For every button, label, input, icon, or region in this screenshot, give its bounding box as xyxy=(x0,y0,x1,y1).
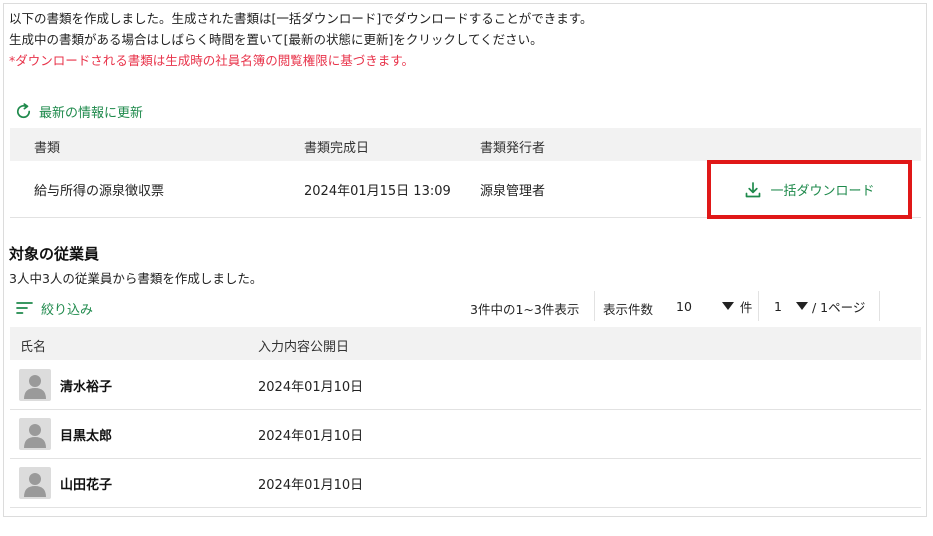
refresh-button[interactable]: 最新の情報に更新 xyxy=(14,100,143,122)
column-name: 氏名 xyxy=(20,340,47,355)
column-document: 書類 xyxy=(34,141,61,156)
employees-section-subtitle: 3人中3人の従業員から書類を作成しました。 xyxy=(9,271,263,286)
filter-icon xyxy=(16,302,33,314)
pagination-count: 3件中の1~3件表示 xyxy=(470,302,580,317)
refresh-icon xyxy=(16,102,31,118)
column-completed-date: 書類完成日 xyxy=(304,141,370,156)
per-page-select[interactable]: 10 件 xyxy=(676,294,752,318)
employee-name: 山田花子 xyxy=(60,478,113,493)
per-page-value: 10 xyxy=(676,298,692,314)
page-value: 1 xyxy=(774,298,782,314)
per-page-unit: 件 xyxy=(739,299,753,315)
caret-down-icon xyxy=(795,302,808,310)
page-total: / 1ページ xyxy=(811,299,866,315)
per-page-label: 表示件数 xyxy=(603,302,654,317)
bulk-download-button[interactable]: 一括ダウンロード xyxy=(707,160,912,219)
document-name: 給与所得の源泉徴収票 xyxy=(34,184,165,199)
filter-button[interactable]: 絞り込み xyxy=(16,297,93,319)
employee-row[interactable]: 清水裕子 2024年01月10日 xyxy=(10,360,921,410)
employee-publish-date: 2024年01月10日 xyxy=(258,380,364,395)
employee-publish-date: 2024年01月10日 xyxy=(258,429,364,444)
pagination-divider xyxy=(879,291,880,321)
pagination-divider xyxy=(594,291,595,321)
filter-label: 絞り込み xyxy=(41,302,94,318)
info-message-line2: 生成中の書類がある場合はしばらく時間を置いて[最新の状態に更新]をクリックしてく… xyxy=(9,32,543,47)
employees-section-title: 対象の従業員 xyxy=(9,245,100,263)
employee-row[interactable]: 目黒太郎 2024年01月10日 xyxy=(10,409,921,459)
column-issuer: 書類発行者 xyxy=(480,141,546,156)
user-avatar-icon xyxy=(19,467,51,499)
document-issuer: 源泉管理者 xyxy=(480,184,546,199)
bulk-download-label: 一括ダウンロード xyxy=(770,184,875,199)
refresh-label: 最新の情報に更新 xyxy=(39,105,144,121)
download-icon xyxy=(746,181,761,197)
employee-publish-date: 2024年01月10日 xyxy=(258,478,364,493)
column-publish-date: 入力内容公開日 xyxy=(258,340,350,355)
employee-name: 清水裕子 xyxy=(60,380,113,395)
permission-note: *ダウンロードされる書類は生成時の社員名簿の閲覧権限に基づきます。 xyxy=(9,53,415,68)
employee-row[interactable]: 山田花子 2024年01月10日 xyxy=(10,458,921,508)
info-message-line1: 以下の書類を作成しました。生成された書類は[一括ダウンロード]でダウンロードする… xyxy=(9,11,593,26)
user-avatar-icon xyxy=(19,369,51,401)
employee-name: 目黒太郎 xyxy=(60,429,113,444)
page-select[interactable]: 1 / 1ページ xyxy=(774,294,865,318)
employees-table-header: 氏名 入力内容公開日 xyxy=(10,327,921,360)
user-avatar-icon xyxy=(19,418,51,450)
document-completed-date: 2024年01月15日 13:09 xyxy=(304,184,451,199)
documents-table-header: 書類 書類完成日 書類発行者 xyxy=(10,128,921,161)
caret-down-icon xyxy=(721,302,734,310)
pagination-divider xyxy=(758,291,759,321)
